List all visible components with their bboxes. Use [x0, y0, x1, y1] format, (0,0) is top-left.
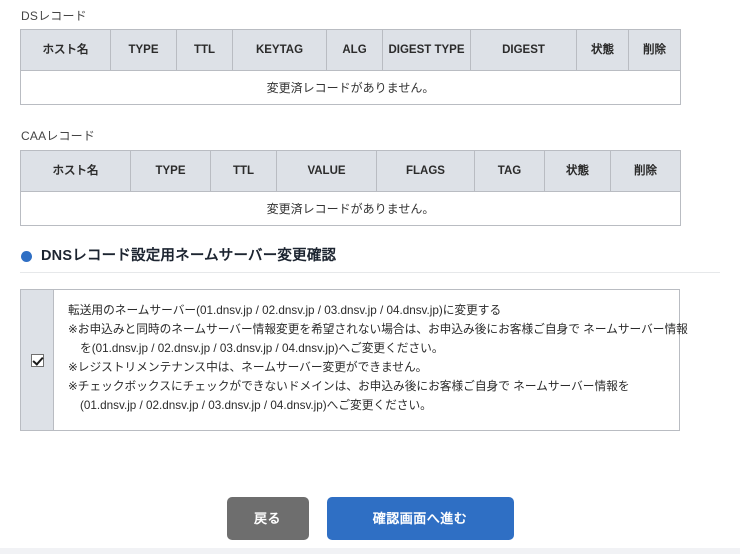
- caa-empty-message: 変更済レコードがありません。: [20, 191, 681, 226]
- notice-line: (01.dnsv.jp / 02.dnsv.jp / 03.dnsv.jp / …: [80, 398, 432, 412]
- ds-col-digest-type: DIGEST TYPE: [382, 29, 471, 72]
- section-heading: DNSレコード設定用ネームサーバー変更確認: [20, 248, 720, 265]
- section-heading-text: DNSレコード設定用ネームサーバー変更確認: [41, 247, 337, 264]
- ds-col-status: 状態: [576, 29, 629, 72]
- ds-col-alg: ALG: [326, 29, 383, 72]
- ds-empty-message: 変更済レコードがありません。: [20, 70, 681, 105]
- caa-col-type: TYPE: [130, 150, 211, 192]
- page-root: DSレコード ホスト名 TYPE TTL KEYTAG ALG DIGEST T…: [0, 0, 740, 554]
- caa-col-status: 状態: [544, 150, 611, 192]
- nameserver-change-checkbox[interactable]: [30, 353, 44, 367]
- nameserver-notice-box: 転送用のネームサーバー(01.dnsv.jp / 02.dnsv.jp / 03…: [20, 289, 688, 431]
- notice-line: ※チェックボックスにチェックができないドメインは、お申込み後にお客様ご自身で ネ…: [68, 379, 630, 393]
- ds-col-type: TYPE: [110, 29, 177, 72]
- notice-line: ※お申込みと同時のネームサーバー情報変更を希望されない場合は、お申込み後にお客様…: [68, 323, 688, 337]
- proceed-to-confirmation-button[interactable]: 確認画面へ進む: [326, 496, 514, 540]
- caa-record-table: ホスト名 TYPE TTL VALUE FLAGS TAG 状態 削除 変更済レ…: [20, 149, 681, 226]
- caa-record-label: CAAレコード: [21, 129, 96, 144]
- notice-line: 転送用のネームサーバー(01.dnsv.jp / 02.dnsv.jp / 03…: [68, 304, 502, 318]
- caa-col-hostname: ホスト名: [20, 150, 131, 192]
- page-content: DSレコード ホスト名 TYPE TTL KEYTAG ALG DIGEST T…: [0, 0, 740, 540]
- caa-col-tag: TAG: [474, 150, 545, 192]
- caa-table-header-row: ホスト名 TYPE TTL VALUE FLAGS TAG 状態 削除: [20, 150, 681, 192]
- ds-col-digest: DIGEST: [470, 29, 577, 72]
- bullet-dot-icon: [21, 250, 32, 262]
- back-button[interactable]: 戻る: [226, 496, 309, 540]
- ds-empty-row: 変更済レコードがありません。: [20, 70, 681, 105]
- notice-line: ※レジストリメンテナンス中は、ネームサーバー変更ができません。: [68, 361, 428, 375]
- caa-col-flags: FLAGS: [376, 150, 475, 192]
- notice-checkbox-cell[interactable]: [21, 290, 54, 430]
- ds-col-keytag: KEYTAG: [232, 29, 327, 72]
- caa-col-value: VALUE: [276, 150, 377, 192]
- caa-col-delete: 削除: [610, 150, 681, 192]
- footer-band: [0, 548, 740, 554]
- notice-text-body: 転送用のネームサーバー(01.dnsv.jp / 02.dnsv.jp / 03…: [54, 290, 698, 430]
- notice-line: を(01.dnsv.jp / 02.dnsv.jp / 03.dnsv.jp /…: [80, 342, 444, 356]
- ds-col-ttl: TTL: [176, 29, 233, 72]
- ds-record-table: ホスト名 TYPE TTL KEYTAG ALG DIGEST TYPE DIG…: [20, 29, 681, 106]
- caa-empty-row: 変更済レコードがありません。: [20, 191, 681, 226]
- nameserver-section-header: DNSレコード設定用ネームサーバー変更確認: [20, 248, 720, 274]
- ds-col-delete: 削除: [628, 29, 681, 72]
- ds-table-header-row: ホスト名 TYPE TTL KEYTAG ALG DIGEST TYPE DIG…: [20, 29, 681, 72]
- action-button-row: 戻る 確認画面へ進む: [20, 496, 720, 540]
- caa-col-ttl: TTL: [210, 150, 277, 192]
- ds-col-hostname: ホスト名: [20, 29, 111, 72]
- ds-record-label: DSレコード: [21, 9, 87, 23]
